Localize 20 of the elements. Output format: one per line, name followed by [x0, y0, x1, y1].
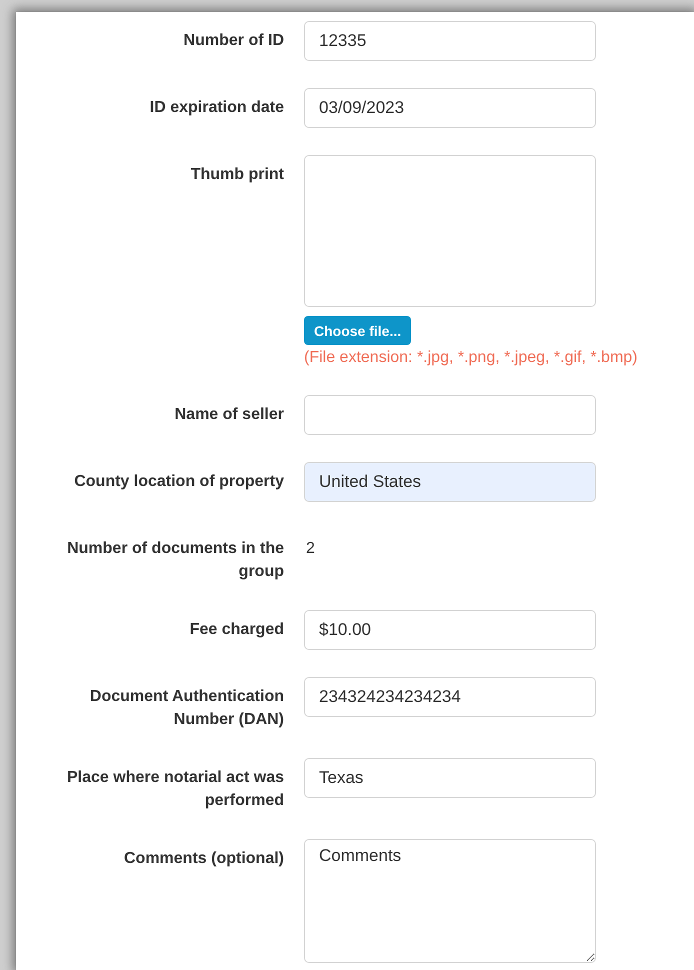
- field-label: Document Authentication Number (DAN): [88, 687, 284, 730]
- input-field[interactable]: $10.00: [304, 610, 596, 650]
- input-field[interactable]: 234324234234234: [304, 677, 596, 717]
- field-label: ID expiration date: [148, 98, 284, 118]
- comments-field[interactable]: Comments: [304, 839, 596, 963]
- input-field[interactable]: Texas: [304, 758, 596, 798]
- field-label: Thumb print: [190, 165, 284, 185]
- field-label: County location of property: [73, 472, 284, 492]
- field-label: Number of ID: [182, 31, 284, 51]
- file-extension-hint: (File extension: *.jpg, *.png, *.jpeg, *.gif, *.bmp): [304, 348, 638, 368]
- field-value: 2: [305, 539, 316, 559]
- field-label: Fee charged: [188, 620, 284, 640]
- input-field[interactable]: United States: [304, 462, 596, 502]
- field-label: Comments (optional): [123, 849, 284, 869]
- input-field[interactable]: 03/09/2023: [304, 88, 596, 128]
- field-label: Number of documents in the group: [66, 539, 284, 582]
- input-field[interactable]: [304, 395, 596, 435]
- input-field[interactable]: 12335: [304, 21, 596, 61]
- field-label: Place where notarial act was performed: [66, 768, 284, 811]
- field-label: Name of seller: [174, 405, 284, 425]
